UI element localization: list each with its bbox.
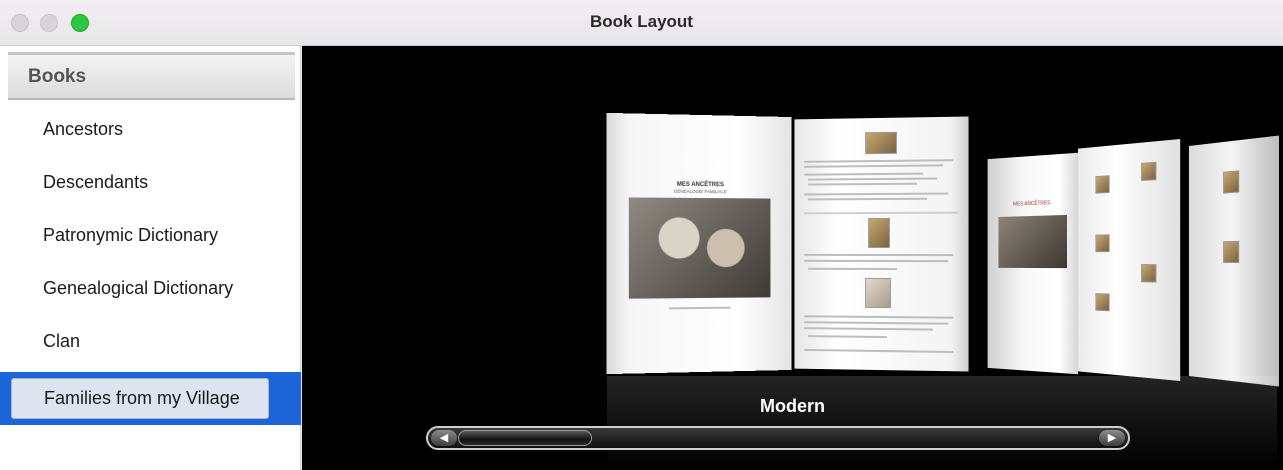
text-line <box>804 192 949 196</box>
book-item-label: Ancestors <box>43 119 124 139</box>
cover-photo <box>998 214 1068 269</box>
portrait-thumbnail <box>1141 264 1157 283</box>
portrait-thumbnail <box>865 277 891 309</box>
book-list: Ancestors Descendants Patronymic Diction… <box>0 103 301 425</box>
book-item-label: Descendants <box>43 172 149 192</box>
text-line <box>808 197 928 201</box>
second-book-content-page[interactable] <box>1078 139 1181 381</box>
text-line <box>808 177 938 181</box>
book-item-label: Families from my Village <box>11 378 269 419</box>
second-book-cover-page[interactable]: MES ANCÊTRES <box>987 152 1079 375</box>
book-item-label: Clan <box>43 331 81 351</box>
layout-caption: Modern <box>760 396 825 416</box>
main-book-content-page[interactable] <box>794 116 969 372</box>
window-title: Book Layout <box>590 12 693 31</box>
third-book-page[interactable] <box>1188 135 1279 387</box>
cover-subtitle: GÉNÉALOGIE FAMILIALE <box>673 188 727 195</box>
portrait-thumbnail <box>1095 175 1110 194</box>
scrollbar-thumb[interactable] <box>458 430 592 446</box>
text-line <box>808 182 917 186</box>
portrait-thumbnail <box>1223 170 1240 194</box>
sidebar-header: Books <box>8 52 295 100</box>
book-item-descendants[interactable]: Descendants <box>0 156 301 209</box>
text-line <box>808 267 897 271</box>
text-line <box>804 321 949 325</box>
portrait-thumbnail <box>1223 240 1240 264</box>
sidebar: Books Ancestors Descendants Patronymic D… <box>0 46 301 470</box>
portrait-thumbnail <box>865 131 897 155</box>
text-line <box>804 315 954 319</box>
portrait-thumbnail <box>868 217 890 249</box>
book-item-patronymic-dictionary[interactable]: Patronymic Dictionary <box>0 209 301 262</box>
text-line <box>804 259 949 263</box>
portrait-thumbnail <box>1141 161 1157 182</box>
main-book-cover-page[interactable]: MES ANCÊTRES GÉNÉALOGIE FAMILIALE <box>606 112 792 375</box>
book-item-label: Patronymic Dictionary <box>43 225 219 245</box>
text-line <box>804 253 954 257</box>
books-reflection <box>607 376 1277 470</box>
coverflow-scrollbar[interactable]: ◀ ▶ <box>426 426 1130 450</box>
cover-photo <box>628 197 771 299</box>
title-bar: Book Layout <box>0 0 1283 46</box>
text-line <box>669 306 731 310</box>
scroll-right-arrow-icon[interactable]: ▶ <box>1099 430 1125 446</box>
text-line <box>804 164 944 168</box>
portrait-thumbnail <box>1095 293 1110 312</box>
scroll-left-arrow-icon[interactable]: ◀ <box>431 430 457 446</box>
text-line <box>804 172 924 176</box>
book-item-families-from-my-village[interactable]: Families from my Village <box>0 372 301 425</box>
cover-title: MES ANCÊTRES <box>1013 200 1051 208</box>
book-item-label: Genealogical Dictionary <box>43 278 234 298</box>
book-item-clan[interactable]: Clan <box>0 315 301 368</box>
text-line <box>804 159 954 163</box>
book-preview-stage: MES ANCÊTRES GÉNÉALOGIE FAMILIALE MES AN… <box>302 46 1283 470</box>
book-item-ancestors[interactable]: Ancestors <box>0 103 301 156</box>
section-divider <box>804 211 959 215</box>
sidebar-header-label: Books <box>28 66 87 87</box>
text-line <box>808 335 887 339</box>
book-item-genealogical-dictionary[interactable]: Genealogical Dictionary <box>0 262 301 315</box>
portrait-thumbnail <box>1095 234 1110 253</box>
text-line <box>804 327 934 331</box>
text-line <box>804 348 954 354</box>
